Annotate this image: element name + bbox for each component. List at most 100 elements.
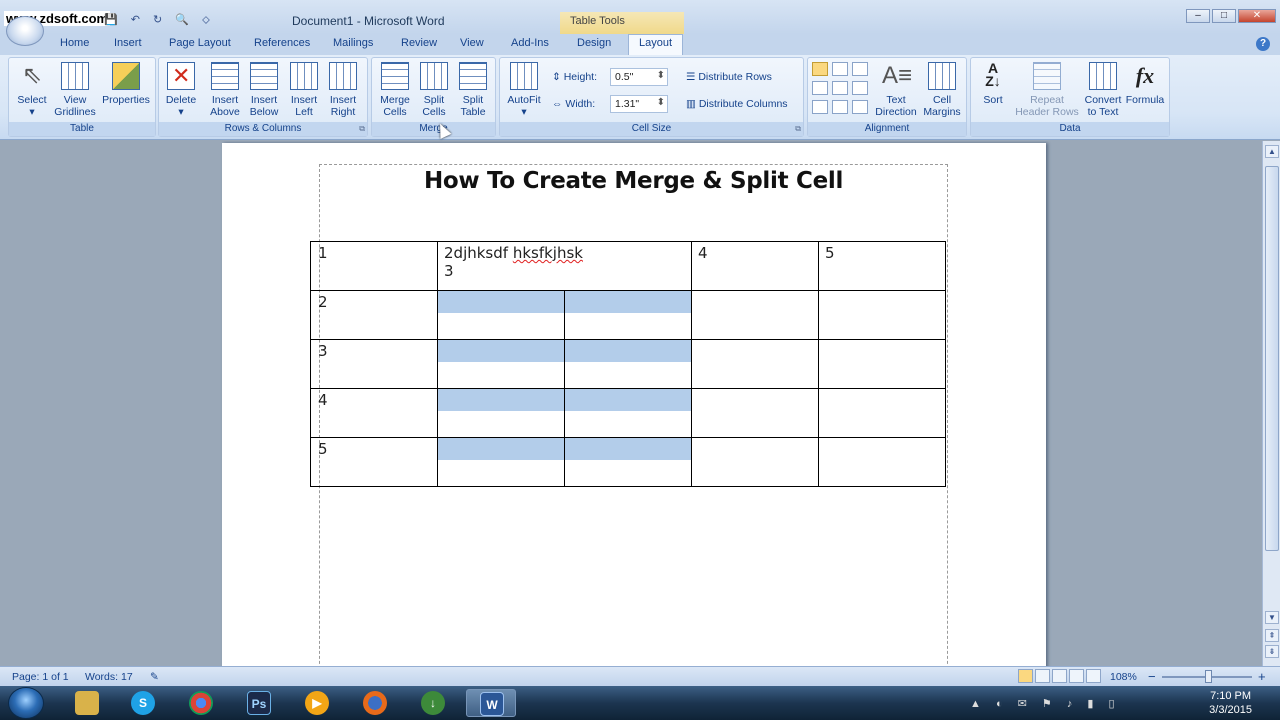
tab-references[interactable]: References bbox=[254, 37, 310, 49]
table-cell[interactable] bbox=[818, 339, 946, 389]
selected-table-cell[interactable] bbox=[564, 437, 692, 487]
document-page[interactable]: How To Create Merge & Split Cell 1 2djhk… bbox=[222, 143, 1046, 666]
merge-cells-button[interactable]: Merge Cells bbox=[376, 62, 414, 118]
save-icon[interactable]: 💾 bbox=[104, 14, 118, 26]
table-cell[interactable]: 3 bbox=[310, 339, 438, 389]
print-layout-icon[interactable] bbox=[1018, 669, 1033, 683]
insert-left-button[interactable]: Insert Left bbox=[286, 62, 322, 118]
full-screen-reading-icon[interactable] bbox=[1035, 669, 1050, 683]
table-cell[interactable]: 5 bbox=[818, 241, 946, 291]
selected-table-cell[interactable] bbox=[437, 339, 565, 389]
select-button[interactable]: ⇖ Select ▾ bbox=[15, 62, 49, 118]
draft-icon[interactable] bbox=[1086, 669, 1101, 683]
tab-review[interactable]: Review bbox=[401, 37, 437, 49]
close-button[interactable]: ✕ bbox=[1238, 9, 1276, 23]
align-middle-center-icon[interactable] bbox=[832, 81, 848, 95]
document-heading[interactable]: How To Create Merge & Split Cell bbox=[222, 168, 1045, 194]
outline-icon[interactable] bbox=[1069, 669, 1084, 683]
taskbar-manager[interactable]: ↓ bbox=[408, 689, 458, 717]
sort-button[interactable]: A Z↓ Sort bbox=[975, 61, 1011, 106]
start-button[interactable] bbox=[8, 687, 44, 719]
selected-table-cell[interactable] bbox=[437, 437, 565, 487]
repeat-header-rows-button[interactable]: Repeat Header Rows bbox=[1015, 62, 1079, 118]
table-cell[interactable] bbox=[818, 388, 946, 438]
minimize-button[interactable]: – bbox=[1186, 9, 1210, 23]
zoom-out-icon[interactable]: − bbox=[1148, 669, 1156, 684]
system-tray-icons[interactable]: ▲ ◐ ✉ ⚑ ♪ ▮ ▯ bbox=[970, 697, 1121, 710]
help-icon[interactable]: ? bbox=[1256, 37, 1270, 51]
table-cell[interactable] bbox=[818, 290, 946, 340]
taskbar-word[interactable]: W bbox=[466, 689, 516, 717]
selected-table-cell[interactable] bbox=[564, 339, 692, 389]
proofing-icon[interactable]: ✎ bbox=[150, 671, 159, 683]
properties-button[interactable]: Properties bbox=[101, 62, 151, 106]
align-middle-right-icon[interactable] bbox=[852, 81, 868, 95]
zoom-in-icon[interactable]: + bbox=[1258, 669, 1266, 684]
taskbar-chrome[interactable] bbox=[176, 689, 226, 717]
taskbar-photoshop[interactable]: Ps bbox=[234, 689, 284, 717]
table-cell[interactable]: 1 bbox=[310, 241, 438, 291]
misspelled-word[interactable]: hksfkjhsk bbox=[513, 244, 583, 262]
insert-above-button[interactable]: Insert Above bbox=[207, 62, 243, 118]
tab-mailings[interactable]: Mailings bbox=[333, 37, 373, 49]
width-spinner[interactable]: 1.31" bbox=[610, 95, 668, 113]
customize-qat-icon[interactable]: ⬦ bbox=[202, 14, 210, 26]
delete-button[interactable]: Delete ▾ bbox=[163, 62, 199, 118]
height-spinner[interactable]: 0.5" bbox=[610, 68, 668, 86]
previous-page-icon[interactable]: ⇞ bbox=[1265, 629, 1279, 642]
tab-design[interactable]: Design bbox=[577, 37, 611, 49]
next-page-icon[interactable]: ⇟ bbox=[1265, 645, 1279, 658]
selected-table-cell[interactable] bbox=[437, 290, 565, 340]
selected-table-cell[interactable] bbox=[437, 388, 565, 438]
word-table[interactable]: 1 2djhksdf hksfkjhsk 3 4 5 2 3 4 5 bbox=[310, 241, 946, 487]
align-bottom-right-icon[interactable] bbox=[852, 100, 868, 114]
table-cell[interactable] bbox=[691, 339, 819, 389]
align-middle-left-icon[interactable] bbox=[812, 81, 828, 95]
dialog-launcher-icon[interactable]: ⧉ bbox=[795, 124, 801, 134]
selected-table-cell[interactable] bbox=[564, 388, 692, 438]
tab-layout[interactable]: Layout bbox=[628, 34, 684, 56]
scroll-thumb[interactable] bbox=[1265, 166, 1279, 551]
scroll-up-icon[interactable]: ▲ bbox=[1265, 145, 1279, 158]
table-cell[interactable] bbox=[691, 437, 819, 487]
taskbar-skype[interactable]: S bbox=[118, 689, 168, 717]
merged-table-cell[interactable]: 2djhksdf hksfkjhsk 3 bbox=[437, 241, 692, 291]
autofit-button[interactable]: AutoFit ▾ bbox=[502, 62, 546, 118]
align-top-left-icon[interactable] bbox=[812, 62, 828, 76]
table-cell[interactable] bbox=[818, 437, 946, 487]
tab-view[interactable]: View bbox=[460, 37, 484, 49]
tab-home[interactable]: Home bbox=[60, 37, 89, 49]
align-bottom-center-icon[interactable] bbox=[832, 100, 848, 114]
split-table-button[interactable]: Split Table bbox=[455, 62, 491, 118]
tab-add-ins[interactable]: Add-Ins bbox=[511, 37, 549, 49]
formula-button[interactable]: fx Formula bbox=[1123, 62, 1167, 106]
convert-to-text-button[interactable]: Convert to Text bbox=[1081, 62, 1125, 118]
vertical-scrollbar[interactable]: ▲ ▼ ⇞ ⇟ bbox=[1262, 141, 1280, 666]
tab-insert[interactable]: Insert bbox=[114, 37, 142, 49]
align-top-center-icon[interactable] bbox=[832, 62, 848, 76]
word-count[interactable]: Words: 17 bbox=[85, 671, 133, 683]
redo-icon[interactable]: ↻ bbox=[153, 14, 162, 26]
cell-margins-button[interactable]: Cell Margins bbox=[921, 62, 963, 118]
view-gridlines-button[interactable]: View Gridlines bbox=[51, 62, 99, 118]
dialog-launcher-icon[interactable]: ⧉ bbox=[359, 124, 365, 134]
taskbar-explorer[interactable] bbox=[62, 689, 112, 717]
insert-below-button[interactable]: Insert Below bbox=[246, 62, 282, 118]
maximize-button[interactable]: □ bbox=[1212, 9, 1236, 23]
zoom-slider-knob[interactable] bbox=[1205, 670, 1212, 683]
taskbar-media[interactable]: ▶ bbox=[292, 689, 342, 717]
undo-icon[interactable]: ↶ bbox=[131, 14, 140, 26]
insert-right-button[interactable]: Insert Right bbox=[325, 62, 361, 118]
distribute-rows-button[interactable]: ☰ Distribute Rows bbox=[686, 71, 772, 83]
table-cell[interactable] bbox=[691, 388, 819, 438]
taskbar-firefox[interactable] bbox=[350, 689, 400, 717]
selected-table-cell[interactable] bbox=[564, 290, 692, 340]
table-cell[interactable]: 4 bbox=[691, 241, 819, 291]
table-cell[interactable] bbox=[691, 290, 819, 340]
print-preview-icon[interactable]: 🔍 bbox=[175, 14, 189, 26]
office-button[interactable] bbox=[6, 16, 44, 46]
scroll-down-icon[interactable]: ▼ bbox=[1265, 611, 1279, 624]
table-cell[interactable]: 2 bbox=[310, 290, 438, 340]
distribute-columns-button[interactable]: ▥ Distribute Columns bbox=[686, 98, 788, 110]
zoom-level[interactable]: 108% bbox=[1110, 671, 1137, 683]
